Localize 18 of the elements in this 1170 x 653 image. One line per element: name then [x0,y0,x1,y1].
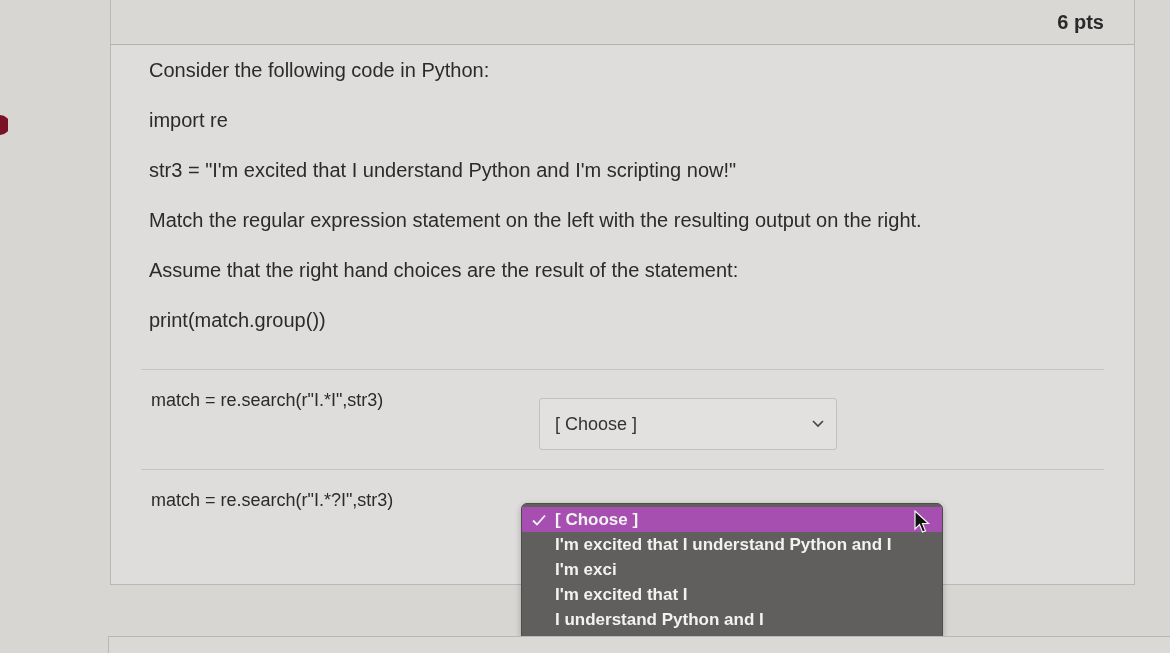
question-text: Consider the following code in Python: [148,58,491,83]
statement-text: match = re.search(r"I.*?I",str3) [151,489,395,512]
question-text: Match the regular expression statement on the left with the resulting output on the right. [148,208,923,233]
menu-option[interactable]: [ Choose ] [522,507,942,532]
menu-option[interactable]: I understand Python and I [522,607,942,632]
points-label: 6 pts [1057,10,1104,34]
menu-option[interactable]: I'm excited that I [522,582,942,607]
check-icon [532,513,546,526]
statement-text: match = re.search(r"I.*I",str3) [151,389,385,412]
question-text: print(match.group()) [148,308,327,333]
question-text: import re [148,108,229,133]
menu-option[interactable]: I'm excited that I understand Python and I [522,532,942,557]
chevron-down-icon [812,420,824,428]
question-text: str3 = "I'm excited that I understand Python and I'm scripting now!" [148,158,738,183]
menu-option[interactable]: I'm exci [522,557,942,582]
cursor-icon [914,510,930,534]
answer-select[interactable]: [ Choose ] [539,398,837,450]
question-text: Assume that the right hand choices are the result of the statement: [148,258,740,283]
